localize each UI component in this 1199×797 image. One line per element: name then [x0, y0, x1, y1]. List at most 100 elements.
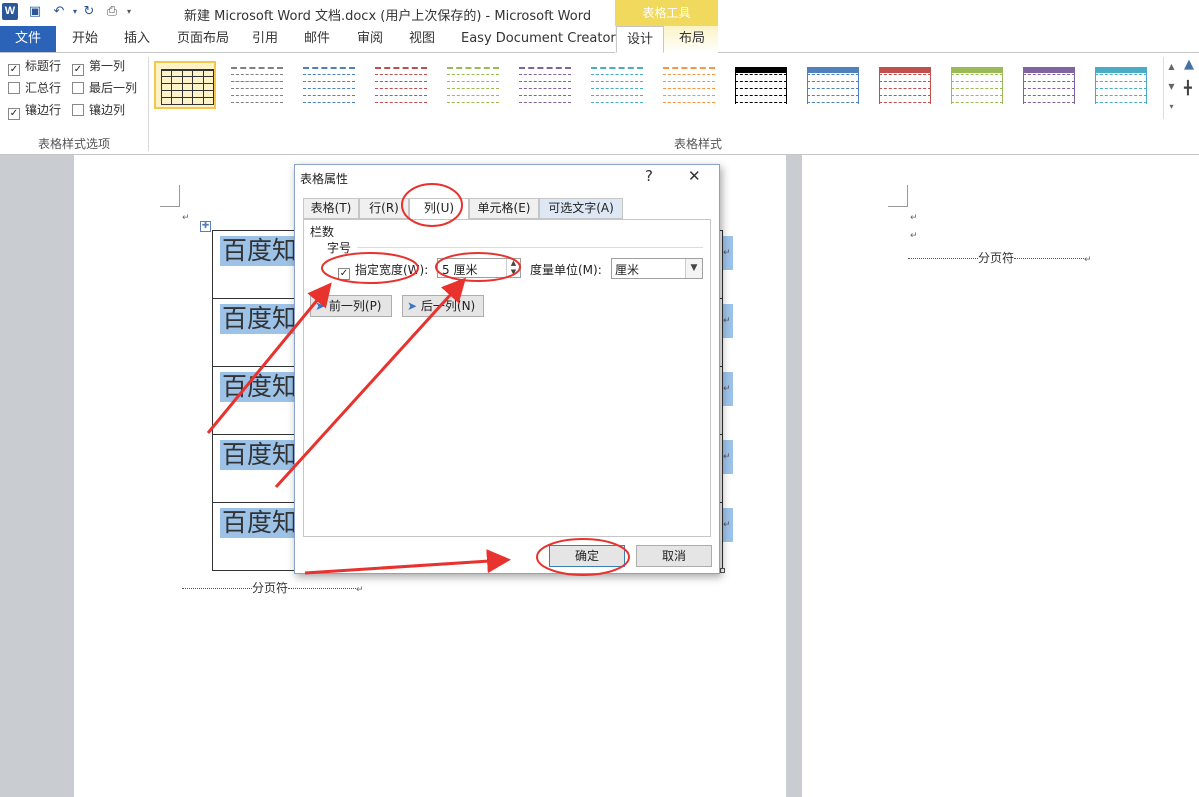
table-style-swatch[interactable] [442, 61, 504, 109]
word-app-icon[interactable]: W [2, 3, 18, 20]
print-icon[interactable]: ⎙ [103, 3, 121, 21]
redo-icon[interactable]: ↻ [80, 3, 98, 21]
tab-review[interactable]: 审阅 [357, 26, 383, 52]
tab-references[interactable]: 引用 [252, 26, 278, 52]
table-move-handle-icon[interactable]: ✚ [200, 221, 211, 232]
ribbon-tab-row: 文件 开始 插入 页面布局 引用 邮件 审阅 视图 Easy Document … [0, 26, 1199, 53]
previous-column-button[interactable]: ➤ 前一列(P) [310, 295, 392, 317]
document-page-2[interactable]: ↵ ↵ 分页符 ↵ [802, 155, 1199, 797]
total-row-option[interactable]: 汇总行 [8, 79, 61, 97]
gallery-scroller: ▲ ▼ ▾ [1163, 57, 1179, 119]
measure-unit-select[interactable]: 厘米 ▼ [611, 258, 703, 279]
banded-columns-label: 镶边列 [89, 103, 126, 117]
page-break-label: 分页符 [252, 581, 289, 595]
previous-column-label: 前一列(P) [328, 299, 382, 313]
tab-page-layout[interactable]: 页面布局 [177, 26, 229, 52]
table-style-swatch[interactable] [370, 61, 432, 109]
table-resize-handle-icon[interactable] [720, 568, 725, 573]
tab-easy-document-creator[interactable]: Easy Document Creator [461, 26, 616, 52]
ok-button[interactable]: 确定 [549, 545, 625, 567]
table-style-preview-icon [447, 67, 499, 105]
spinner-arrows-icon[interactable]: ▲ ▼ [506, 259, 520, 277]
tab-file[interactable]: 文件 [0, 26, 56, 52]
tab-view[interactable]: 视图 [409, 26, 435, 52]
table-style-swatch[interactable] [802, 61, 864, 109]
save-icon[interactable]: ▣ [26, 3, 44, 21]
table-cell-text[interactable]: 百度知 [220, 236, 301, 266]
table-tools-label: 表格工具 [615, 0, 718, 26]
table-style-preview-icon [951, 67, 1003, 105]
help-button[interactable]: ? [645, 167, 653, 185]
table-style-preview-icon [1023, 67, 1075, 105]
table-style-swatch[interactable] [946, 61, 1008, 109]
specify-width-option[interactable]: ✓ 指定宽度(W): [338, 261, 428, 280]
tab-layout[interactable]: 布局 [679, 26, 705, 52]
table-style-preview-icon [1095, 67, 1147, 105]
dialog-title: 表格属性 [300, 172, 349, 186]
tab-column[interactable]: 列(U) [409, 198, 469, 220]
tab-cell[interactable]: 单元格(E) [469, 198, 539, 219]
customize-qat-icon[interactable]: ▾ [120, 3, 138, 21]
table-style-swatch[interactable] [658, 61, 720, 109]
gallery-scroll-up-icon[interactable]: ▲ [1164, 57, 1179, 77]
table-style-preview-icon [161, 69, 214, 107]
banded-rows-checkbox[interactable]: ✓ [8, 108, 20, 120]
gallery-more-icon[interactable]: ▾ [1164, 97, 1179, 117]
table-cell-text[interactable]: 百度知 [220, 372, 301, 402]
shading-icon[interactable]: ▲ [1184, 57, 1194, 72]
cancel-button[interactable]: 取消 [636, 545, 712, 567]
tab-table[interactable]: 表格(T) [303, 198, 359, 219]
table-style-preview-icon [735, 67, 787, 105]
page-break-marker-2: 分页符 ↵ [908, 249, 1092, 266]
first-column-option[interactable]: ✓ 第一列 [72, 57, 126, 76]
tab-insert[interactable]: 插入 [124, 26, 150, 52]
tab-home[interactable]: 开始 [72, 26, 98, 52]
ribbon: ✓ 标题行 ✓ 第一列 汇总行 最后一列 ✓ 镶边行 镶边列 表格样式选项 表格样式 … [0, 53, 1199, 155]
header-row-checkbox[interactable]: ✓ [8, 64, 20, 76]
first-column-label: 第一列 [89, 59, 126, 73]
table-cell-text[interactable]: 百度知 [220, 304, 301, 334]
header-row-option[interactable]: ✓ 标题行 [8, 57, 61, 76]
table-style-preview-icon [591, 67, 643, 105]
last-column-checkbox[interactable] [72, 82, 84, 94]
table-style-swatch[interactable] [874, 61, 936, 109]
next-column-button[interactable]: ➤ 后一列(N) [402, 295, 484, 317]
first-column-checkbox[interactable]: ✓ [72, 64, 84, 76]
table-style-swatch[interactable] [586, 61, 648, 109]
table-style-swatch[interactable] [226, 61, 288, 109]
table-cell-text[interactable]: 百度知 [220, 440, 301, 470]
paragraph-mark: ↵ [182, 213, 190, 223]
table-style-swatch[interactable] [1018, 61, 1080, 109]
banded-rows-option[interactable]: ✓ 镶边行 [8, 101, 61, 120]
table-style-swatch[interactable] [1090, 61, 1152, 109]
table-style-preview-icon [663, 67, 715, 105]
section-divider [357, 247, 703, 248]
last-column-option[interactable]: 最后一列 [72, 79, 137, 97]
section-label: 栏数 [310, 225, 335, 239]
tab-alt-text[interactable]: 可选文字(A) [539, 198, 623, 219]
table-style-preview-icon [303, 67, 355, 105]
borders-icon[interactable]: ╋ [1184, 81, 1192, 96]
table-left-border [212, 230, 213, 570]
gallery-scroll-down-icon[interactable]: ▼ [1164, 77, 1179, 97]
tab-mailings[interactable]: 邮件 [304, 26, 330, 52]
close-button[interactable]: ✕ [688, 167, 701, 185]
banded-columns-option[interactable]: 镶边列 [72, 101, 125, 119]
table-style-swatch[interactable] [154, 61, 216, 109]
total-row-checkbox[interactable] [8, 82, 20, 94]
measure-unit-value: 厘米 [615, 263, 640, 277]
row-end-mark: ↵ [723, 304, 733, 338]
table-style-swatch[interactable] [730, 61, 792, 109]
chevron-down-icon[interactable]: ▼ [685, 259, 702, 278]
table-style-swatch[interactable] [514, 61, 576, 109]
last-column-label: 最后一列 [89, 81, 138, 95]
banded-columns-checkbox[interactable] [72, 104, 84, 116]
width-spinner[interactable]: 5 厘米 ▲ ▼ [437, 258, 521, 278]
specify-width-checkbox[interactable]: ✓ [338, 268, 350, 280]
table-cell-text[interactable]: 百度知 [220, 508, 301, 538]
tab-row[interactable]: 行(R) [359, 198, 409, 219]
window-title: 新建 Microsoft Word 文档.docx (用户上次保存的) - Mi… [184, 9, 592, 24]
tab-design[interactable]: 设计 [616, 26, 665, 53]
table-style-swatch[interactable] [298, 61, 360, 109]
margin-corner-mark [160, 185, 180, 207]
